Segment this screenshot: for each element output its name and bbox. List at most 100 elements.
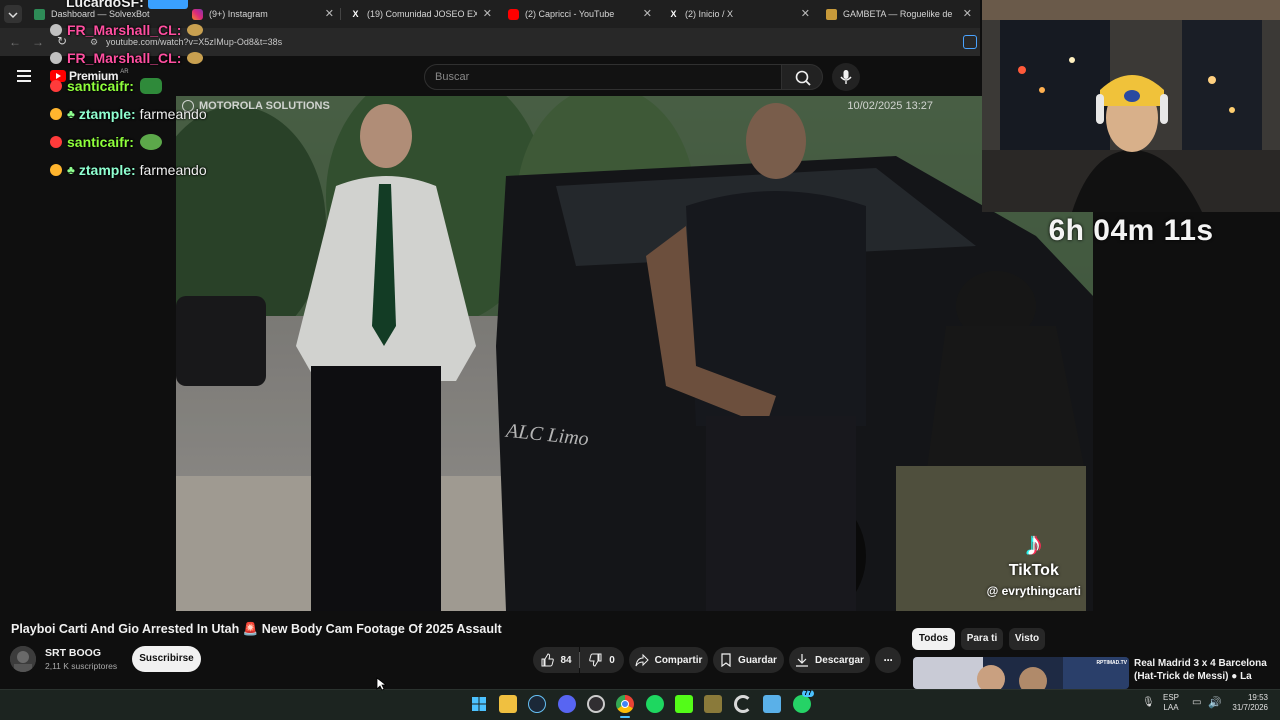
tab-x-inicio[interactable]: X (2) Inicio / X ✕	[660, 3, 816, 25]
whatsapp-icon[interactable]: 77	[793, 690, 814, 713]
video-player[interactable]: MOTOROLA SOLUTIONS 10/02/2025 13:27 ALC …	[176, 96, 1093, 611]
chat-message: ♣ ztample: farmeando	[50, 106, 207, 122]
back-icon[interactable]: ←	[9, 35, 21, 49]
subscriber-count: 2,11 K suscriptores	[45, 661, 118, 671]
rec-channel-tag: RPTIMAD.TV	[1096, 660, 1127, 666]
close-icon[interactable]: ✕	[483, 7, 492, 20]
gambeta-icon	[826, 8, 837, 20]
tab-label: (9+) Instagram	[209, 9, 268, 19]
user-badge-icon	[50, 80, 62, 92]
user-badge-icon	[50, 136, 62, 148]
spotify-icon[interactable]	[646, 695, 664, 713]
file-explorer-icon[interactable]	[499, 695, 517, 713]
tab-divider	[340, 8, 341, 20]
tab-list-button[interactable]	[4, 5, 22, 23]
youtube-icon	[508, 8, 519, 20]
like-button[interactable]: 84	[533, 647, 579, 673]
tab-youtube-capricci[interactable]: (2) Capricci - YouTube ✕	[500, 3, 658, 25]
game-app-icon[interactable]	[704, 695, 722, 713]
tab-label: (2) Capricci - YouTube	[525, 9, 615, 19]
notepad-icon[interactable]	[763, 695, 781, 713]
webcam-frame	[982, 0, 1280, 212]
share-button[interactable]: Compartir	[629, 647, 708, 673]
video-title: Playboi Carti And Gio Arrested In Utah 🚨…	[11, 622, 502, 636]
forward-icon[interactable]: →	[32, 35, 44, 49]
user-badge-icon	[50, 24, 62, 36]
recommended-thumbnail[interactable]: RPTIMAD.TV	[913, 657, 1129, 689]
thumbs-down-icon	[589, 653, 602, 667]
stream-timer: 6h 04m 11s	[1048, 214, 1214, 247]
chip-todos[interactable]: Todos	[912, 628, 955, 650]
chat-message: ♣ ztample: farmeando	[50, 162, 207, 178]
discord-icon[interactable]	[558, 695, 576, 713]
tiktok-handle: @ evrythingcarti	[986, 584, 1081, 598]
dislike-button[interactable]: 0	[580, 647, 624, 673]
keyboard-layout: LAA	[1163, 703, 1179, 712]
tab-label: (2) Inicio / X	[685, 9, 734, 19]
tab-comunidad[interactable]: X (19) Comunidad JOSEO EXCLUS ✕	[342, 3, 498, 25]
channel-name[interactable]: SRT BOOG	[45, 647, 101, 659]
share-label: Compartir	[654, 654, 703, 666]
chat-text: farmeando	[139, 162, 207, 178]
x-icon: X	[670, 8, 677, 19]
chrome-icon[interactable]	[616, 695, 634, 713]
download-label: Descargar	[815, 654, 864, 666]
tiktok-watermark: ♪ TikTok @ evrythingcarti	[987, 526, 1081, 598]
url-input[interactable]: ⚙ youtube.com/watch?v=X5zIMup-Od8&t=38s	[90, 34, 930, 50]
emote-icon	[139, 78, 162, 94]
windows-taskbar	[0, 689, 1280, 720]
video-frame	[176, 96, 1093, 611]
close-icon[interactable]: ✕	[643, 7, 652, 20]
tab-label: GAMBETA — Roguelike de Car	[843, 9, 953, 19]
tab-gambeta[interactable]: GAMBETA — Roguelike de Car ✕	[818, 3, 978, 25]
language-code: ESP	[1163, 693, 1180, 702]
subscribe-button[interactable]: Suscribirse	[132, 646, 201, 672]
region-label: AR	[120, 69, 129, 75]
user-badge-icon	[50, 52, 62, 64]
kick-icon[interactable]	[675, 695, 693, 713]
extension-icon[interactable]	[963, 35, 977, 49]
whatsapp-badge: 77	[802, 690, 814, 697]
chip-para-ti[interactable]: Para ti	[961, 628, 1003, 650]
close-icon[interactable]: ✕	[963, 7, 972, 20]
more-icon: ···	[883, 653, 894, 667]
tab-label: Dashboard — SolvexBot	[51, 9, 150, 19]
recommended-video-title[interactable]: Real Madrid 3 x 4 Barcelona (Hat-Trick d…	[1134, 657, 1274, 683]
network-icon[interactable]: ▭	[1192, 697, 1201, 708]
dislike-count: 0	[609, 654, 615, 666]
language-indicator[interactable]: ESP LAA	[1163, 693, 1179, 713]
menu-icon[interactable]	[17, 70, 31, 82]
user-badge-icon	[50, 108, 62, 120]
active-app-indicator	[620, 716, 630, 718]
like-count: 84	[560, 654, 572, 666]
search-button[interactable]	[781, 64, 823, 90]
channel-avatar[interactable]	[10, 646, 36, 672]
chat-message: FR_Marshall_CL:	[50, 50, 204, 66]
download-icon	[796, 654, 809, 667]
steam-icon[interactable]	[528, 695, 546, 713]
user-badge-icon	[50, 164, 62, 176]
emote-icon	[147, 0, 188, 9]
avatar-image	[10, 646, 36, 672]
download-button[interactable]: Descargar	[789, 647, 870, 673]
windows-start-icon[interactable]	[470, 695, 488, 713]
tab-instagram[interactable]: (9+) Instagram ✕	[184, 3, 340, 25]
obs-icon[interactable]	[587, 695, 605, 713]
chat-username: LucardoSF:	[66, 0, 144, 10]
voice-search-button[interactable]	[832, 63, 860, 91]
instagram-icon	[192, 8, 203, 20]
search-input[interactable]: Buscar	[424, 64, 782, 90]
clock[interactable]: 19:53 31/7/2026	[1224, 693, 1268, 713]
mouse-cursor-icon	[376, 677, 386, 691]
x-icon: X	[352, 8, 359, 19]
ccleaner-icon[interactable]	[734, 695, 752, 713]
volume-icon[interactable]: 🔊	[1208, 696, 1222, 709]
microphone-tray-icon[interactable]: 🎙	[1142, 697, 1155, 708]
tiktok-logo-icon: ♪	[1025, 525, 1043, 563]
save-button[interactable]: Guardar	[713, 647, 784, 673]
more-actions-button[interactable]: ···	[875, 647, 901, 673]
close-icon[interactable]: ✕	[325, 7, 334, 20]
close-icon[interactable]: ✕	[801, 7, 810, 20]
chat-message: santicaifr:	[50, 78, 162, 94]
chip-visto[interactable]: Visto	[1009, 628, 1045, 650]
